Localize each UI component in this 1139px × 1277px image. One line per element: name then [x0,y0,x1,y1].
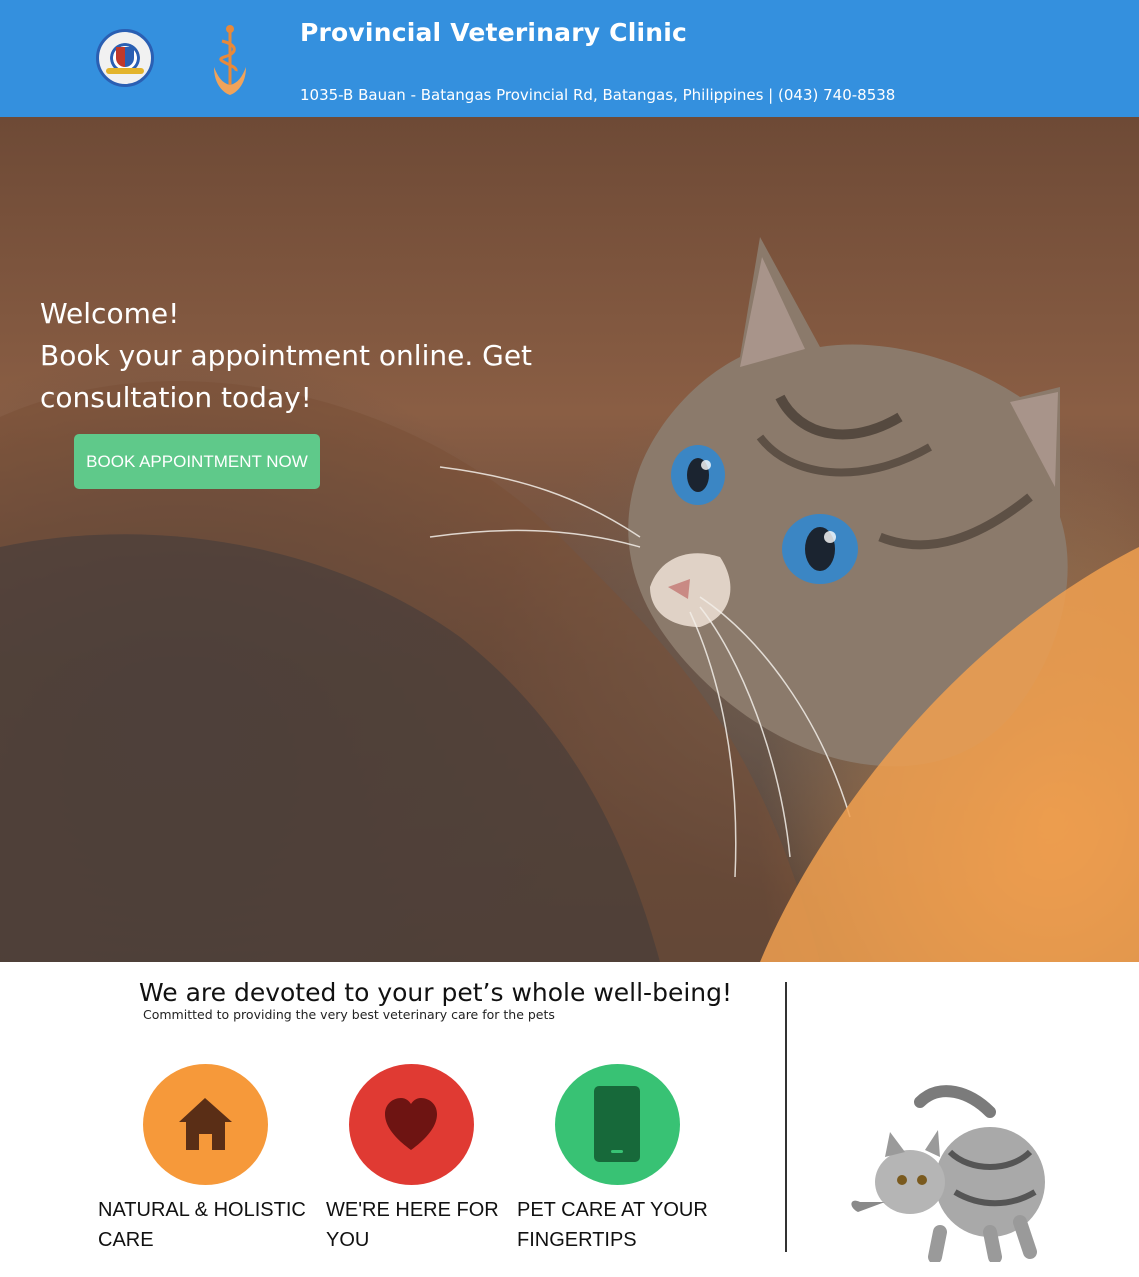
hero-cat-image [0,237,1139,962]
smartphone-icon [594,1086,640,1162]
clinic-address: 1035-B Bauan - Batangas Provincial Rd, B… [300,86,896,104]
site-header: Provincial Veterinary Clinic 1035-B Baua… [0,0,1139,117]
section-subtitle: Committed to providing the very best vet… [143,1007,555,1022]
heart-icon [385,1098,437,1150]
section-divider [785,982,787,1252]
site-title: Provincial Veterinary Clinic [300,18,688,47]
veterinary-caduceus-icon [214,25,246,95]
hero-welcome: Welcome! [40,297,180,330]
feature-circle [555,1064,680,1185]
feature-label: NATURAL & HOLISTIC CARE [98,1199,306,1251]
hero-message: Welcome! Book your appointment online. G… [40,293,600,419]
book-appointment-button[interactable]: BOOK APPOINTMENT NOW [74,434,320,489]
hero-tagline: Book your appointment online. Get consul… [40,339,533,414]
provincial-seal-icon [96,29,154,87]
feature-label: PET CARE AT YOUR FINGERTIPS [517,1199,708,1251]
feature-circle [143,1064,268,1185]
kitten-image [851,1085,1045,1262]
home-icon [179,1098,232,1150]
hero-banner: Welcome! Book your appointment online. G… [0,117,1139,962]
section-title: We are devoted to your pet’s whole well-… [139,978,733,1007]
feature-label: WE'RE HERE FOR YOU [326,1199,499,1251]
feature-circle [349,1064,474,1185]
